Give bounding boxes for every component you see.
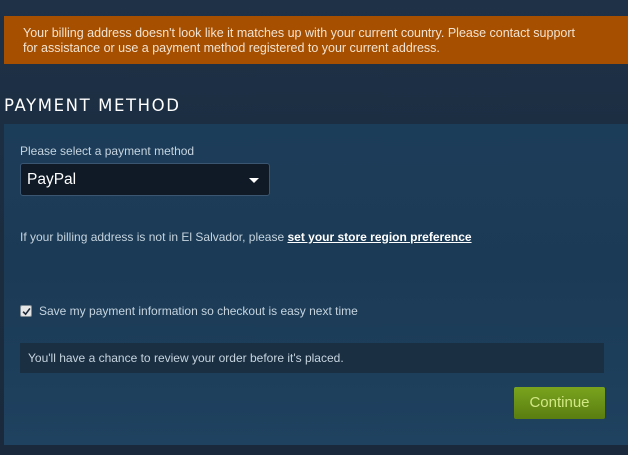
payment-select-label: Please select a payment method [20,144,195,158]
checkmark-icon [22,307,31,316]
review-notice-text: You'll have a chance to review your orde… [28,351,344,365]
region-notice-text: If your billing address is not in El Sal… [20,230,288,244]
payment-method-selected-value: PayPal [27,171,77,188]
continue-button[interactable]: Continue [514,387,605,419]
save-payment-label[interactable]: Save my payment information so checkout … [39,304,358,318]
checkout-page: Your billing address doesn't look like i… [0,0,628,455]
payment-method-select[interactable]: PayPal [20,163,270,196]
region-notice: If your billing address is not in El Sal… [20,230,472,244]
warning-text-line-2: for assistance or use a payment method r… [23,41,440,55]
chevron-down-icon [249,178,259,183]
billing-warning-banner: Your billing address doesn't look like i… [4,16,628,64]
store-region-preference-link[interactable]: set your store region preference [287,230,471,244]
section-title: PAYMENT METHOD [4,96,181,115]
review-notice-box: You'll have a chance to review your orde… [20,343,604,373]
warning-text-line-1: Your billing address doesn't look like i… [23,26,575,40]
save-payment-checkbox[interactable] [20,305,32,317]
